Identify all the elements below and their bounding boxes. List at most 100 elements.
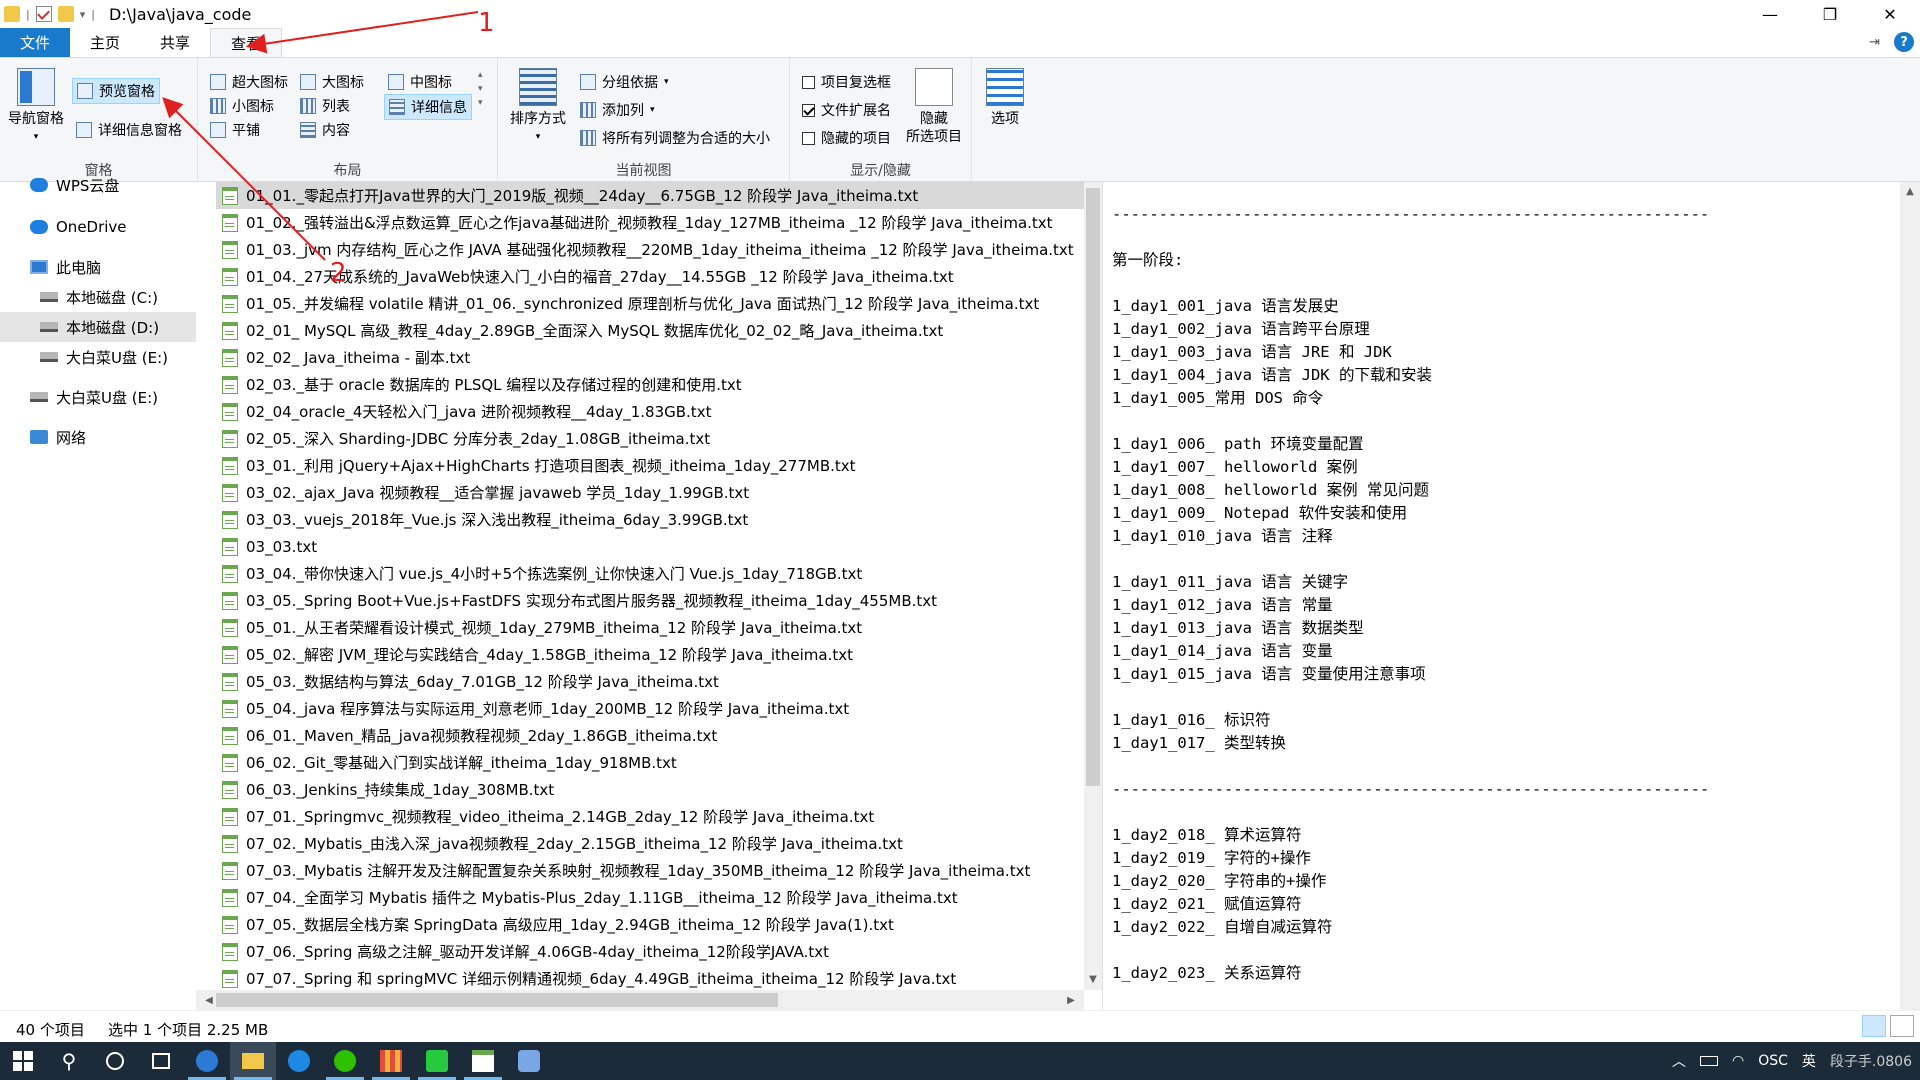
preview-line: 1_day2_020_ 字符串的+操作 — [1112, 872, 1327, 890]
taskbar-app-grid[interactable] — [368, 1042, 414, 1080]
file-row[interactable]: 07_02._Mybatis_由浅入深_java视频教程_2day_2.15GB… — [216, 830, 1084, 857]
add-column-button[interactable]: 添加列 ▾ — [576, 98, 659, 122]
details-pane-button[interactable]: 详细信息窗格 — [72, 118, 186, 142]
tab-home[interactable]: 主页 — [70, 28, 140, 57]
ime-indicator[interactable]: 英 — [1802, 1051, 1816, 1071]
content-option[interactable]: 内容 — [296, 118, 354, 142]
preview-pane-button[interactable]: 预览窗格 — [72, 78, 160, 104]
file-row[interactable]: 01_05._并发编程 volatile 精讲_01_06._synchroni… — [216, 290, 1084, 317]
taskbar-edge[interactable] — [184, 1042, 230, 1080]
file-extensions-checkbox[interactable] — [802, 103, 815, 117]
large-icons-option[interactable]: 大图标 — [296, 70, 368, 94]
tab-file[interactable]: 文件 — [0, 28, 70, 57]
file-row[interactable]: 07_05._数据层全栈方案 SpringData 高级应用_1day_2.94… — [216, 911, 1084, 938]
file-row[interactable]: 03_01._利用 jQuery+Ajax+HighCharts 打造项目图表_… — [216, 452, 1084, 479]
item-checkboxes-checkbox[interactable] — [802, 75, 815, 89]
scroll-down-arrow[interactable]: ▼ — [1084, 970, 1102, 988]
file-row[interactable]: 07_06._Spring 高级之注解_驱动开发详解_4.06GB-4day_i… — [216, 938, 1084, 965]
tab-view[interactable]: 查看 — [210, 28, 283, 57]
scrollbar-thumb[interactable] — [1086, 188, 1100, 786]
nav-item-network[interactable]: 网络 — [0, 422, 196, 452]
search-button[interactable]: ⚲ — [46, 1042, 92, 1080]
minimize-button[interactable]: — — [1740, 0, 1800, 28]
medium-icons-option[interactable]: 中图标 — [384, 70, 456, 94]
file-list-horizontal-scrollbar[interactable]: ◀ ▶ — [196, 990, 1084, 1010]
options-button[interactable]: 选项 — [986, 68, 1024, 128]
pin-ribbon-icon[interactable]: ⇥ — [1869, 35, 1880, 50]
file-row[interactable]: 02_04_oracle_4天轻松入门_java 进阶视频教程__4day_1.… — [216, 398, 1084, 425]
file-row[interactable]: 05_03._数据结构与算法_6day_7.01GB_12 阶段学 Java_i… — [216, 668, 1084, 695]
file-list-vertical-scrollbar[interactable]: ▼ — [1084, 182, 1102, 990]
taskbar-app-green[interactable] — [414, 1042, 460, 1080]
sort-by-button[interactable]: 排序方式 ▾ — [510, 68, 566, 146]
nav-item-wps-cloud[interactable]: WPS云盘 — [0, 170, 196, 200]
nav-item-drive-d[interactable]: 本地磁盘 (D:) — [0, 312, 196, 342]
file-row[interactable]: 07_01._Springmvc_视频教程_video_itheima_2.14… — [216, 803, 1084, 830]
nav-pane-button[interactable]: 导航窗格 ▾ — [8, 68, 64, 146]
group-by-button[interactable]: 分组依据 ▾ — [576, 70, 673, 94]
nav-item-this-pc[interactable]: 此电脑 — [0, 252, 196, 282]
cortana-button[interactable] — [92, 1042, 138, 1080]
nav-item-onedrive[interactable]: OneDrive — [0, 212, 196, 242]
hide-selected-button[interactable]: 隐藏 所选项目 — [906, 68, 962, 146]
file-row[interactable]: 03_05._Spring Boot+Vue.js+FastDFS 实现分布式图… — [216, 587, 1084, 614]
file-row[interactable]: 06_03._Jenkins_持续集成_1day_308MB.txt — [216, 776, 1084, 803]
file-row[interactable]: 03_03._vuejs_2018年_Vue.js 深入浅出教程_itheima… — [216, 506, 1084, 533]
chevron-up-icon[interactable]: ︿ — [1672, 1051, 1686, 1071]
file-row[interactable]: 02_01_ MySQL 高级_教程_4day_2.89GB_全面深入 MySQ… — [216, 317, 1084, 344]
list-option[interactable]: 列表 — [296, 94, 354, 118]
file-row[interactable]: 01_01._零起点打开Java世界的大门_2019版_视频__24day__6… — [216, 182, 1084, 209]
file-row[interactable]: 02_03._基于 oracle 数据库的 PLSQL 编程以及存储过程的创建和… — [216, 371, 1084, 398]
scroll-up-arrow[interactable]: ▲ — [1901, 182, 1919, 200]
new-folder-icon[interactable] — [57, 6, 74, 22]
file-row[interactable]: 05_04._java 程序算法与实际运用_刘意老师_1day_200MB_12… — [216, 695, 1084, 722]
file-row[interactable]: 03_03.txt — [216, 533, 1084, 560]
scroll-right-arrow[interactable]: ▶ — [1062, 991, 1080, 1009]
file-extensions-toggle[interactable]: 文件扩展名 — [798, 98, 895, 122]
details-option[interactable]: 详细信息 — [384, 94, 472, 120]
text-file-icon — [222, 726, 238, 745]
maximize-button[interactable]: ❐ — [1800, 0, 1860, 28]
hidden-items-checkbox[interactable] — [802, 131, 815, 145]
taskbar-wechat[interactable] — [322, 1042, 368, 1080]
close-button[interactable]: ✕ — [1860, 0, 1920, 28]
file-row[interactable]: 03_04._带你快速入门 vue.js_4小时+5个拣选案例_让你快速入门 V… — [216, 560, 1084, 587]
small-icons-option[interactable]: 小图标 — [206, 94, 278, 118]
large-icons-view-button[interactable] — [1890, 1015, 1914, 1037]
task-view-button[interactable] — [138, 1042, 184, 1080]
properties-icon[interactable] — [35, 6, 52, 22]
file-row[interactable]: 05_01._从王者荣耀看设计模式_视频_1day_279MB_itheima_… — [216, 614, 1084, 641]
tab-share[interactable]: 共享 — [140, 28, 210, 57]
wifi-icon[interactable]: ◠ — [1732, 1053, 1744, 1069]
taskbar-app-blue[interactable] — [506, 1042, 552, 1080]
file-row[interactable]: 07_03._Mybatis 注解开发及注解配置复杂关系映射_视频教程_1day… — [216, 857, 1084, 884]
file-row[interactable]: 06_01._Maven_精品_java视频教程视频_2day_1.86GB_i… — [216, 722, 1084, 749]
tiles-option[interactable]: 平铺 — [206, 118, 264, 142]
preview-vertical-scrollbar[interactable]: ▲ — [1900, 182, 1920, 1010]
details-view-button[interactable] — [1862, 1015, 1886, 1037]
nav-item-usb-e-root[interactable]: 大白菜U盘 (E:) — [0, 382, 196, 412]
taskbar-app-k[interactable] — [276, 1042, 322, 1080]
file-row[interactable]: 05_02._解密 JVM_理论与实践结合_4day_1.58GB_itheim… — [216, 641, 1084, 668]
file-row[interactable]: 03_02._ajax_Java 视频教程__适合掌握 javaweb 学员_1… — [216, 479, 1084, 506]
file-row[interactable]: 01_02._强转溢出&浮点数运算_匠心之作java基础进阶_视频教程_1day… — [216, 209, 1084, 236]
file-row[interactable]: 07_04._全面学习 Mybatis 插件之 Mybatis-Plus_2da… — [216, 884, 1084, 911]
extra-large-icons-option[interactable]: 超大图标 — [206, 70, 292, 94]
file-row[interactable]: 02_05._深入 Sharding-JDBC 分库分表_2day_1.08GB… — [216, 425, 1084, 452]
customize-quick-access-icon[interactable]: ▾ — [80, 8, 86, 21]
start-button[interactable] — [0, 1042, 46, 1080]
taskbar-notepad[interactable] — [460, 1042, 506, 1080]
file-row[interactable]: 06_02._Git_零基础入门到实战详解_itheima_1day_918MB… — [216, 749, 1084, 776]
hidden-items-toggle[interactable]: 隐藏的项目 — [798, 126, 895, 150]
layout-scroll-arrows[interactable]: ▴ ▾ ▾ — [478, 68, 483, 110]
size-all-columns-button[interactable]: 将所有列调整为合适的大小 — [576, 126, 774, 150]
battery-icon[interactable] — [1700, 1056, 1718, 1066]
help-icon[interactable]: ? — [1894, 32, 1914, 52]
file-row[interactable]: 02_02_ Java_itheima - 副本.txt — [216, 344, 1084, 371]
nav-item-drive-c[interactable]: 本地磁盘 (C:) — [0, 282, 196, 312]
taskbar-explorer[interactable] — [230, 1042, 276, 1080]
scrollbar-thumb[interactable] — [216, 993, 778, 1007]
nav-item-usb-e[interactable]: 大白菜U盘 (E:) — [0, 342, 196, 372]
item-checkboxes-toggle[interactable]: 项目复选框 — [798, 70, 895, 94]
file-row[interactable]: 07_07._Spring 和 springMVC 详细示例精通视频_6day_… — [216, 965, 1084, 990]
